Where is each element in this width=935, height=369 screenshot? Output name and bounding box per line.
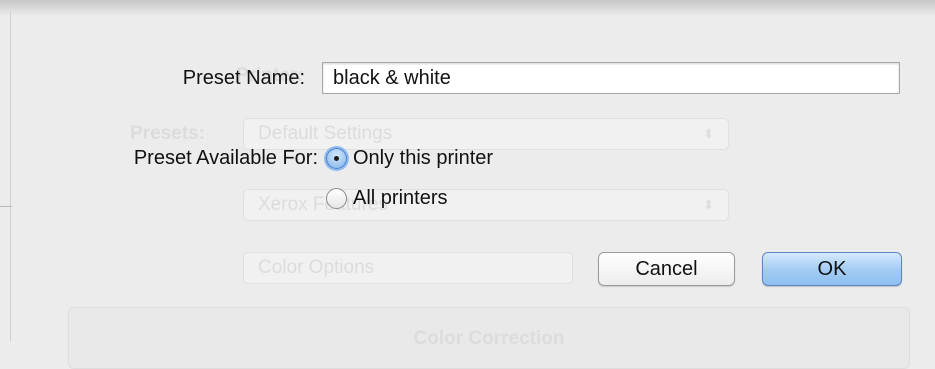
radio-selected-icon[interactable]	[326, 147, 347, 169]
preset-name-label: Preset Name:	[182, 67, 305, 89]
bg-color-options: Color Options	[243, 252, 573, 284]
print-dialog: Printer: Presets: Default Settings ⬍ Xer…	[0, 0, 935, 369]
window-divider	[0, 206, 12, 207]
radio-label: All printers	[353, 186, 448, 209]
bg-group-title: Color Correction	[413, 328, 565, 349]
ok-button[interactable]: OK	[762, 252, 902, 286]
window-edge	[10, 12, 11, 341]
radio-only-this-printer[interactable]: Only this printer	[326, 144, 493, 172]
radio-unselected-icon[interactable]	[326, 187, 347, 209]
bg-presets-value: Default Settings	[258, 123, 393, 144]
radio-label: Only this printer	[353, 146, 494, 169]
preset-name-input[interactable]	[322, 62, 900, 94]
chevron-updown-icon: ⬍	[703, 126, 714, 141]
radio-all-printers[interactable]: All printers	[326, 184, 447, 212]
bg-color-options-value: Color Options	[258, 257, 375, 278]
bg-presets-label: Presets:	[130, 123, 205, 144]
cancel-button[interactable]: Cancel	[598, 252, 735, 286]
preset-available-label: Preset Available For:	[133, 147, 318, 169]
bg-section-popup: Xerox Features ⬍	[243, 189, 729, 221]
bg-color-correction-group: Color Correction	[68, 307, 910, 369]
chevron-updown-icon: ⬍	[703, 197, 714, 212]
sheet-shadow	[0, 0, 935, 16]
